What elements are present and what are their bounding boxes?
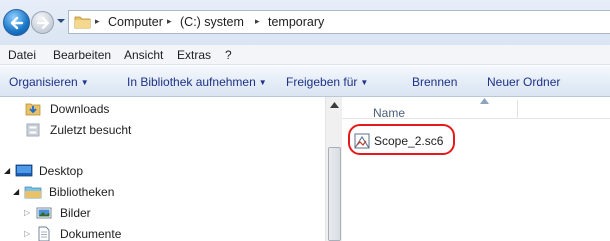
nav-pane-scrollbar[interactable] bbox=[325, 97, 342, 241]
scroll-up-arrow-icon bbox=[330, 102, 339, 108]
forward-button[interactable] bbox=[31, 11, 54, 34]
nav-item-libraries[interactable]: ◢ Bibliotheken bbox=[0, 183, 320, 201]
sort-ascending-icon bbox=[480, 98, 489, 104]
share-button[interactable]: Freigeben für ▼ bbox=[286, 75, 368, 89]
nav-item-downloads[interactable]: Downloads bbox=[0, 100, 320, 118]
nav-label-libraries: Bibliotheken bbox=[49, 185, 115, 199]
scroll-up-button[interactable] bbox=[326, 97, 343, 114]
file-list-pane: Name Scope_2.sc6 bbox=[342, 97, 610, 241]
arrow-left-icon bbox=[10, 16, 24, 30]
organize-button[interactable]: Organisieren ▼ bbox=[9, 75, 89, 89]
breadcrumb-folder[interactable]: temporary bbox=[268, 15, 324, 29]
folder-icon bbox=[74, 16, 91, 29]
navigation-pane: Downloads Zuletzt besucht ◢ Desktop ◢ Bi… bbox=[0, 97, 325, 241]
expanded-chevron-icon[interactable]: ◢ bbox=[13, 187, 19, 196]
scroll-thumb[interactable] bbox=[328, 147, 341, 241]
nav-label-pictures: Bilder bbox=[60, 206, 91, 220]
nav-label-downloads: Downloads bbox=[50, 102, 110, 116]
breadcrumb-separator[interactable]: ▸ bbox=[167, 16, 172, 27]
menu-help[interactable]: ? bbox=[225, 48, 232, 62]
burn-button[interactable]: Brennen bbox=[412, 75, 457, 89]
pictures-icon bbox=[36, 207, 52, 219]
menu-bar: Datei Bearbeiten Ansicht Extras ? bbox=[0, 45, 610, 65]
share-label: Freigeben für bbox=[286, 75, 358, 89]
arrow-right-icon bbox=[36, 16, 50, 30]
new-folder-button[interactable]: Neuer Ordner bbox=[487, 75, 560, 89]
highlight-annotation bbox=[348, 124, 455, 155]
dropdown-arrow-icon: ▼ bbox=[360, 78, 369, 87]
documents-icon bbox=[38, 226, 50, 241]
include-library-label: In Bibliothek aufnehmen bbox=[127, 75, 256, 89]
menu-view[interactable]: Ansicht bbox=[124, 48, 163, 62]
column-header-row: Name bbox=[342, 97, 610, 120]
address-area: ▸ Computer ▸ (C:) system ▸ temporary bbox=[0, 0, 610, 45]
nav-item-pictures[interactable]: ▷ Bilder bbox=[0, 204, 320, 222]
include-library-button[interactable]: In Bibliothek aufnehmen ▼ bbox=[127, 75, 267, 89]
nav-label-documents: Dokumente bbox=[60, 227, 122, 241]
breadcrumb-computer[interactable]: Computer bbox=[108, 15, 163, 29]
column-header-name[interactable]: Name bbox=[373, 106, 405, 120]
collapsed-chevron-icon[interactable]: ▷ bbox=[24, 208, 30, 217]
expanded-chevron-icon[interactable]: ◢ bbox=[4, 166, 10, 175]
breadcrumb-separator[interactable]: ▸ bbox=[255, 16, 260, 27]
address-bar[interactable]: ▸ Computer ▸ (C:) system ▸ temporary bbox=[68, 10, 610, 34]
dropdown-arrow-icon: ▼ bbox=[80, 78, 89, 87]
breadcrumb-drive[interactable]: (C:) system bbox=[180, 15, 244, 29]
desktop-icon bbox=[15, 164, 33, 177]
nav-label-desktop: Desktop bbox=[39, 164, 84, 178]
nav-label-recent: Zuletzt besucht bbox=[50, 123, 132, 137]
collapsed-chevron-icon[interactable]: ▷ bbox=[24, 229, 30, 238]
menu-file[interactable]: Datei bbox=[8, 48, 36, 62]
libraries-icon bbox=[24, 186, 42, 199]
nav-item-documents[interactable]: ▷ Dokumente bbox=[0, 225, 320, 241]
recent-pages-dropdown-icon[interactable] bbox=[56, 16, 66, 26]
dropdown-arrow-icon: ▼ bbox=[258, 78, 267, 87]
menu-edit[interactable]: Bearbeiten bbox=[53, 48, 111, 62]
column-divider[interactable] bbox=[517, 100, 518, 119]
organize-label: Organisieren bbox=[9, 75, 78, 89]
nav-item-desktop[interactable]: ◢ Desktop bbox=[0, 162, 320, 180]
menu-tools[interactable]: Extras bbox=[177, 48, 211, 62]
breadcrumb-separator[interactable]: ▸ bbox=[95, 16, 100, 27]
nav-item-recent[interactable]: Zuletzt besucht bbox=[0, 121, 320, 139]
recent-places-icon bbox=[26, 123, 40, 137]
command-bar: Organisieren ▼ In Bibliothek aufnehmen ▼ F… bbox=[0, 66, 610, 97]
back-button[interactable] bbox=[3, 9, 30, 36]
downloads-folder-icon bbox=[25, 103, 41, 116]
